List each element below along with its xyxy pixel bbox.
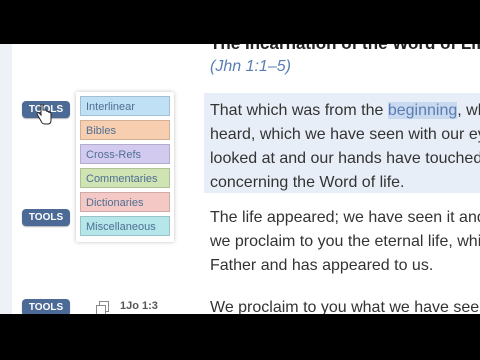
menu-item-commentaries[interactable]: Commentaries xyxy=(80,168,170,188)
verse-3-text: We proclaim to you what we have seen xyxy=(210,296,480,314)
passage-reference-link[interactable]: (Jhn 1:1–5) xyxy=(210,58,291,75)
menu-item-interlinear[interactable]: Interlinear xyxy=(80,96,170,116)
copy-icon[interactable] xyxy=(96,301,109,314)
menu-item-miscellaneous[interactable]: Miscellaneous xyxy=(80,216,170,236)
menu-item-dictionaries[interactable]: Dictionaries xyxy=(80,192,170,212)
menu-item-cross-refs[interactable]: Cross-Refs xyxy=(80,144,170,164)
hand-cursor-icon xyxy=(36,104,52,125)
passage-heading: The Incarnation of the Word of Life xyxy=(210,44,480,54)
menu-item-bibles[interactable]: Bibles xyxy=(80,120,170,140)
verse-2-line-1: The life appeared; we have seen it and xyxy=(210,209,480,226)
verse-1-line-4: concerning the Word of life. xyxy=(210,174,405,191)
verse-2-text: The life appeared; we have seen it and w… xyxy=(210,206,480,278)
bible-reader-pane: The Incarnation of the Word of Life (Jhn… xyxy=(0,44,480,314)
passage-reference[interactable]: (Jhn 1:1–5) xyxy=(210,58,291,76)
left-margin xyxy=(0,44,12,314)
verse-2-line-2: we proclaim to you the eternal life, whi xyxy=(210,233,480,250)
tools-button-verse-3[interactable]: TOOLS xyxy=(22,299,70,314)
verse-reference[interactable]: 1Jo 1:3 xyxy=(120,300,158,312)
verse-1-line-3: looked at and our hands have touched xyxy=(210,150,480,167)
verse-3-line-1: We proclaim to you what we have seen xyxy=(210,299,480,314)
highlighted-word[interactable]: beginning xyxy=(387,102,458,119)
verse-2-line-3: Father and has appeared to us. xyxy=(210,257,434,274)
verse-1-line-2: heard, which we have seen with our ey xyxy=(210,126,480,143)
tools-menu: Interlinear Bibles Cross-Refs Commentari… xyxy=(76,92,174,242)
tools-button-verse-2[interactable]: TOOLS xyxy=(22,209,70,226)
verse-1-text: That which was from the beginning, wh he… xyxy=(210,99,480,195)
verse-1-line-1: That which was from the beginning, wh xyxy=(210,102,480,119)
